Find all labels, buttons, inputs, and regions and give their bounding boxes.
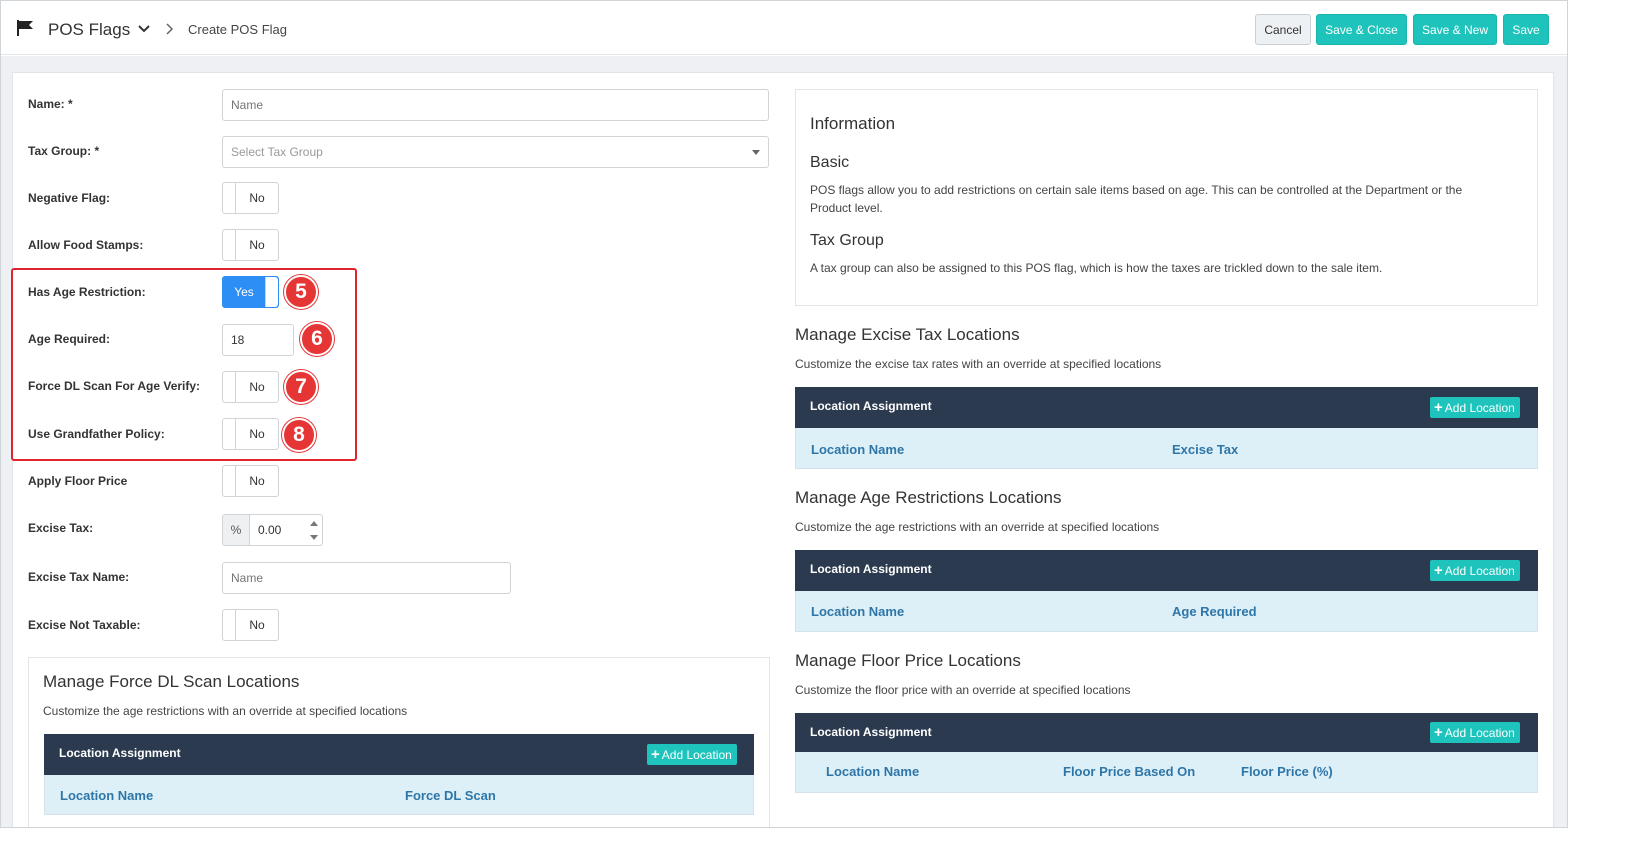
annotation-badge-8: 8 <box>282 418 316 452</box>
toggle-state: No <box>249 474 265 488</box>
toggle-knob <box>223 466 236 496</box>
top-bar: POS Flags Create POS Flag Cancel Save & … <box>1 1 1567 55</box>
excise-tax-spinner[interactable] <box>306 514 323 546</box>
floor-section-subtitle: Customize the floor price with an overri… <box>795 683 1131 697</box>
toggle-state: No <box>249 191 265 205</box>
column-header[interactable]: Force DL Scan <box>405 788 496 803</box>
floor-add-location-button[interactable]: + Add Location <box>1430 722 1520 743</box>
add-location-label: Add Location <box>661 747 732 762</box>
tax-group-select[interactable]: Select Tax Group <box>222 136 769 168</box>
cancel-button[interactable]: Cancel <box>1255 14 1311 45</box>
name-input[interactable] <box>222 89 769 121</box>
toggle-state: No <box>249 618 265 632</box>
excise-not-taxable-label: Excise Not Taxable: <box>28 618 141 632</box>
force-dl-table-columns: Location Name Force DL Scan <box>44 775 754 815</box>
negative-flag-toggle[interactable]: No <box>222 182 279 214</box>
excise-tax-label: Excise Tax: <box>28 521 94 535</box>
toggle-knob <box>223 230 236 260</box>
spinner-up-icon[interactable] <box>310 521 318 526</box>
information-title: Information <box>810 114 896 133</box>
tax-group-heading: Tax Group <box>810 232 884 249</box>
chevron-down-icon[interactable] <box>137 24 151 34</box>
annotation-badge-6: 6 <box>300 322 334 356</box>
column-header[interactable]: Location Name <box>811 442 904 457</box>
column-header[interactable]: Location Name <box>60 788 153 803</box>
excise-table-header: Location Assignment + Add Location <box>795 387 1538 428</box>
age-add-location-button[interactable]: + Add Location <box>1430 560 1520 581</box>
tax-group-text: A tax group can also be assigned to this… <box>810 261 1383 275</box>
column-header[interactable]: Excise Tax <box>1172 442 1238 457</box>
save-new-button[interactable]: Save & New <box>1413 14 1497 45</box>
spinner-down-icon[interactable] <box>310 535 318 540</box>
save-button[interactable]: Save <box>1503 14 1549 45</box>
app-window: POS Flags Create POS Flag Cancel Save & … <box>0 0 1568 828</box>
table-title: Location Assignment <box>810 562 932 576</box>
percent-addon: % <box>222 514 250 546</box>
age-table-header: Location Assignment + Add Location <box>795 550 1538 591</box>
column-header[interactable]: Age Required <box>1172 604 1257 619</box>
floor-section-title: Manage Floor Price Locations <box>795 651 1021 670</box>
table-title: Location Assignment <box>810 399 932 413</box>
excise-add-location-button[interactable]: + Add Location <box>1430 397 1520 418</box>
excise-section-subtitle: Customize the excise tax rates with an o… <box>795 357 1162 371</box>
excise-tax-name-label: Excise Tax Name: <box>28 570 130 584</box>
column-header[interactable]: Location Name <box>826 764 919 779</box>
annotation-badge-5: 5 <box>284 275 318 309</box>
plus-icon: + <box>1434 399 1443 416</box>
floor-table-columns: Location Name Floor Price Based On Floor… <box>795 752 1538 793</box>
toggle-knob <box>223 183 236 213</box>
excise-section-title: Manage Excise Tax Locations <box>795 325 1020 344</box>
plus-icon: + <box>1434 724 1443 741</box>
column-header[interactable]: Location Name <box>811 604 904 619</box>
excise-tax-input[interactable] <box>249 514 307 546</box>
force-dl-add-location-button[interactable]: + Add Location <box>647 744 737 765</box>
excise-not-taxable-toggle[interactable]: No <box>222 609 279 641</box>
save-close-button[interactable]: Save & Close <box>1316 14 1407 45</box>
age-section-title: Manage Age Restrictions Locations <box>795 488 1062 507</box>
tax-group-label: Tax Group: * <box>28 144 100 158</box>
module-title[interactable]: POS Flags <box>48 20 130 40</box>
force-dl-section-subtitle: Customize the age restrictions with an o… <box>43 704 408 718</box>
add-location-label: Add Location <box>1444 563 1515 578</box>
caret-down-icon <box>752 150 760 155</box>
allow-food-stamps-label: Allow Food Stamps: <box>28 238 144 252</box>
force-dl-table-header: Location Assignment + Add Location <box>44 734 754 775</box>
age-section-subtitle: Customize the age restrictions with an o… <box>795 520 1160 534</box>
column-header[interactable]: Floor Price Based On <box>1063 764 1195 779</box>
toggle-knob <box>223 610 236 640</box>
add-location-label: Add Location <box>1444 400 1515 415</box>
flag-icon <box>17 20 33 36</box>
allow-food-stamps-toggle[interactable]: No <box>222 229 279 261</box>
table-title: Location Assignment <box>59 746 181 760</box>
apply-floor-price-label: Apply Floor Price <box>28 474 128 488</box>
column-header[interactable]: Floor Price (%) <box>1241 764 1333 779</box>
basic-text-line1: POS flags allow you to add restrictions … <box>810 183 1463 197</box>
tax-group-placeholder: Select Tax Group <box>231 145 323 159</box>
plus-icon: + <box>651 746 660 763</box>
apply-floor-price-toggle[interactable]: No <box>222 465 279 497</box>
table-title: Location Assignment <box>810 725 932 739</box>
name-label: Name: * <box>28 97 73 111</box>
annotation-badge-7: 7 <box>284 370 318 404</box>
age-table-columns: Location Name Age Required <box>795 591 1538 632</box>
force-dl-section-title: Manage Force DL Scan Locations <box>43 672 300 691</box>
excise-tax-name-input[interactable] <box>222 562 511 594</box>
excise-table-columns: Location Name Excise Tax <box>795 428 1538 469</box>
plus-icon: + <box>1434 562 1443 579</box>
basic-heading: Basic <box>810 154 850 171</box>
negative-flag-label: Negative Flag: <box>28 191 111 205</box>
floor-table-header: Location Assignment + Add Location <box>795 713 1538 752</box>
chevron-right-icon <box>166 23 174 35</box>
basic-text-line2: Product level. <box>810 201 883 215</box>
breadcrumb-current-page: Create POS Flag <box>188 22 287 37</box>
toggle-state: No <box>249 238 265 252</box>
add-location-label: Add Location <box>1444 725 1515 740</box>
